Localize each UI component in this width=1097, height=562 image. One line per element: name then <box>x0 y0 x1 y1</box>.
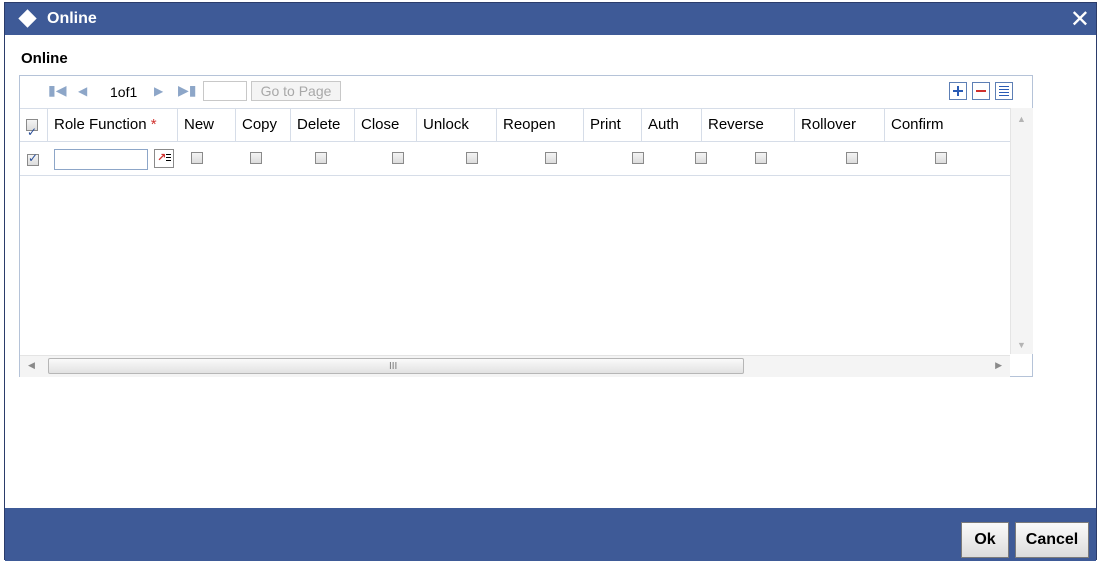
reverse-checkbox[interactable] <box>755 152 767 164</box>
print-checkbox[interactable] <box>632 152 644 164</box>
list-of-values-button[interactable]: ↗ <box>154 149 174 168</box>
rollover-checkbox[interactable] <box>846 152 858 164</box>
close-icon[interactable]: ✕ <box>1070 5 1090 34</box>
page-number-input[interactable] <box>203 81 247 101</box>
diamond-icon <box>18 9 37 28</box>
table-header-row: Role Function * New Copy Delete Close Un… <box>20 108 1010 142</box>
list-icon[interactable] <box>995 82 1013 100</box>
scroll-left-icon[interactable]: ◀ <box>28 360 35 371</box>
unlock-checkbox[interactable] <box>466 152 478 164</box>
header-reverse: Reverse <box>702 109 795 141</box>
header-rollover: Rollover <box>795 109 885 141</box>
go-to-page-button[interactable]: Go to Page <box>251 81 341 101</box>
scroll-down-icon[interactable]: ▼ <box>1017 340 1026 350</box>
delete-checkbox[interactable] <box>315 152 327 164</box>
header-role-function-label: Role Function <box>54 116 147 133</box>
header-role-function: Role Function * <box>48 109 178 141</box>
cancel-button[interactable]: Cancel <box>1015 522 1089 558</box>
header-unlock: Unlock <box>417 109 497 141</box>
header-print: Print <box>584 109 642 141</box>
header-copy: Copy <box>236 109 291 141</box>
footer-bar: Ok Cancel <box>5 508 1096 561</box>
header-close: Close <box>355 109 417 141</box>
lov-list-icon <box>166 154 171 163</box>
header-confirm: Confirm <box>891 116 944 133</box>
section-title: Online <box>21 50 68 67</box>
vertical-scrollbar[interactable]: ▲ ▼ <box>1010 108 1033 354</box>
table-row: ↗ <box>20 142 1010 176</box>
close-checkbox[interactable] <box>392 152 404 164</box>
confirm-checkbox[interactable] <box>935 152 947 164</box>
online-grid: ▮◀ ◀ 1of1 ▶ ▶▮ Go to Page Role Function … <box>19 75 1033 377</box>
prev-page-icon[interactable]: ◀ <box>78 84 87 98</box>
scroll-grip: III <box>389 361 398 372</box>
lov-arrow-icon: ↗ <box>157 152 167 164</box>
new-checkbox[interactable] <box>191 152 203 164</box>
row-select-checkbox[interactable] <box>27 151 39 166</box>
page-indicator: 1of1 <box>110 84 138 100</box>
reopen-checkbox[interactable] <box>545 152 557 164</box>
select-all-cell <box>20 109 48 141</box>
pager-toolbar: ▮◀ ◀ 1of1 ▶ ▶▮ Go to Page <box>20 76 1032 106</box>
plus-icon[interactable] <box>949 82 967 100</box>
header-new: New <box>178 109 236 141</box>
dialog-window: Online ✕ Online ▮◀ ◀ 1of1 ▶ ▶▮ Go to Pag… <box>4 2 1097 561</box>
role-function-input[interactable] <box>54 149 148 170</box>
horizontal-scrollbar[interactable]: ◀ III ▶ <box>20 355 1010 377</box>
horizontal-scroll-thumb[interactable]: III <box>48 358 744 374</box>
first-page-icon[interactable]: ▮◀ <box>48 82 66 99</box>
next-page-icon[interactable]: ▶ <box>154 84 163 98</box>
required-mark: * <box>150 116 157 133</box>
title-bar: Online ✕ <box>5 3 1096 35</box>
header-reopen: Reopen <box>497 109 584 141</box>
header-delete: Delete <box>291 109 355 141</box>
minus-icon[interactable] <box>972 82 990 100</box>
select-all-checkbox[interactable] <box>26 116 38 141</box>
scroll-up-icon[interactable]: ▲ <box>1017 114 1026 124</box>
header-auth: Auth <box>642 109 702 141</box>
scroll-right-icon[interactable]: ▶ <box>995 360 1002 371</box>
copy-checkbox[interactable] <box>250 152 262 164</box>
ok-button[interactable]: Ok <box>961 522 1009 558</box>
auth-checkbox[interactable] <box>695 152 707 164</box>
dialog-title: Online <box>47 10 97 27</box>
last-page-icon[interactable]: ▶▮ <box>178 82 196 99</box>
